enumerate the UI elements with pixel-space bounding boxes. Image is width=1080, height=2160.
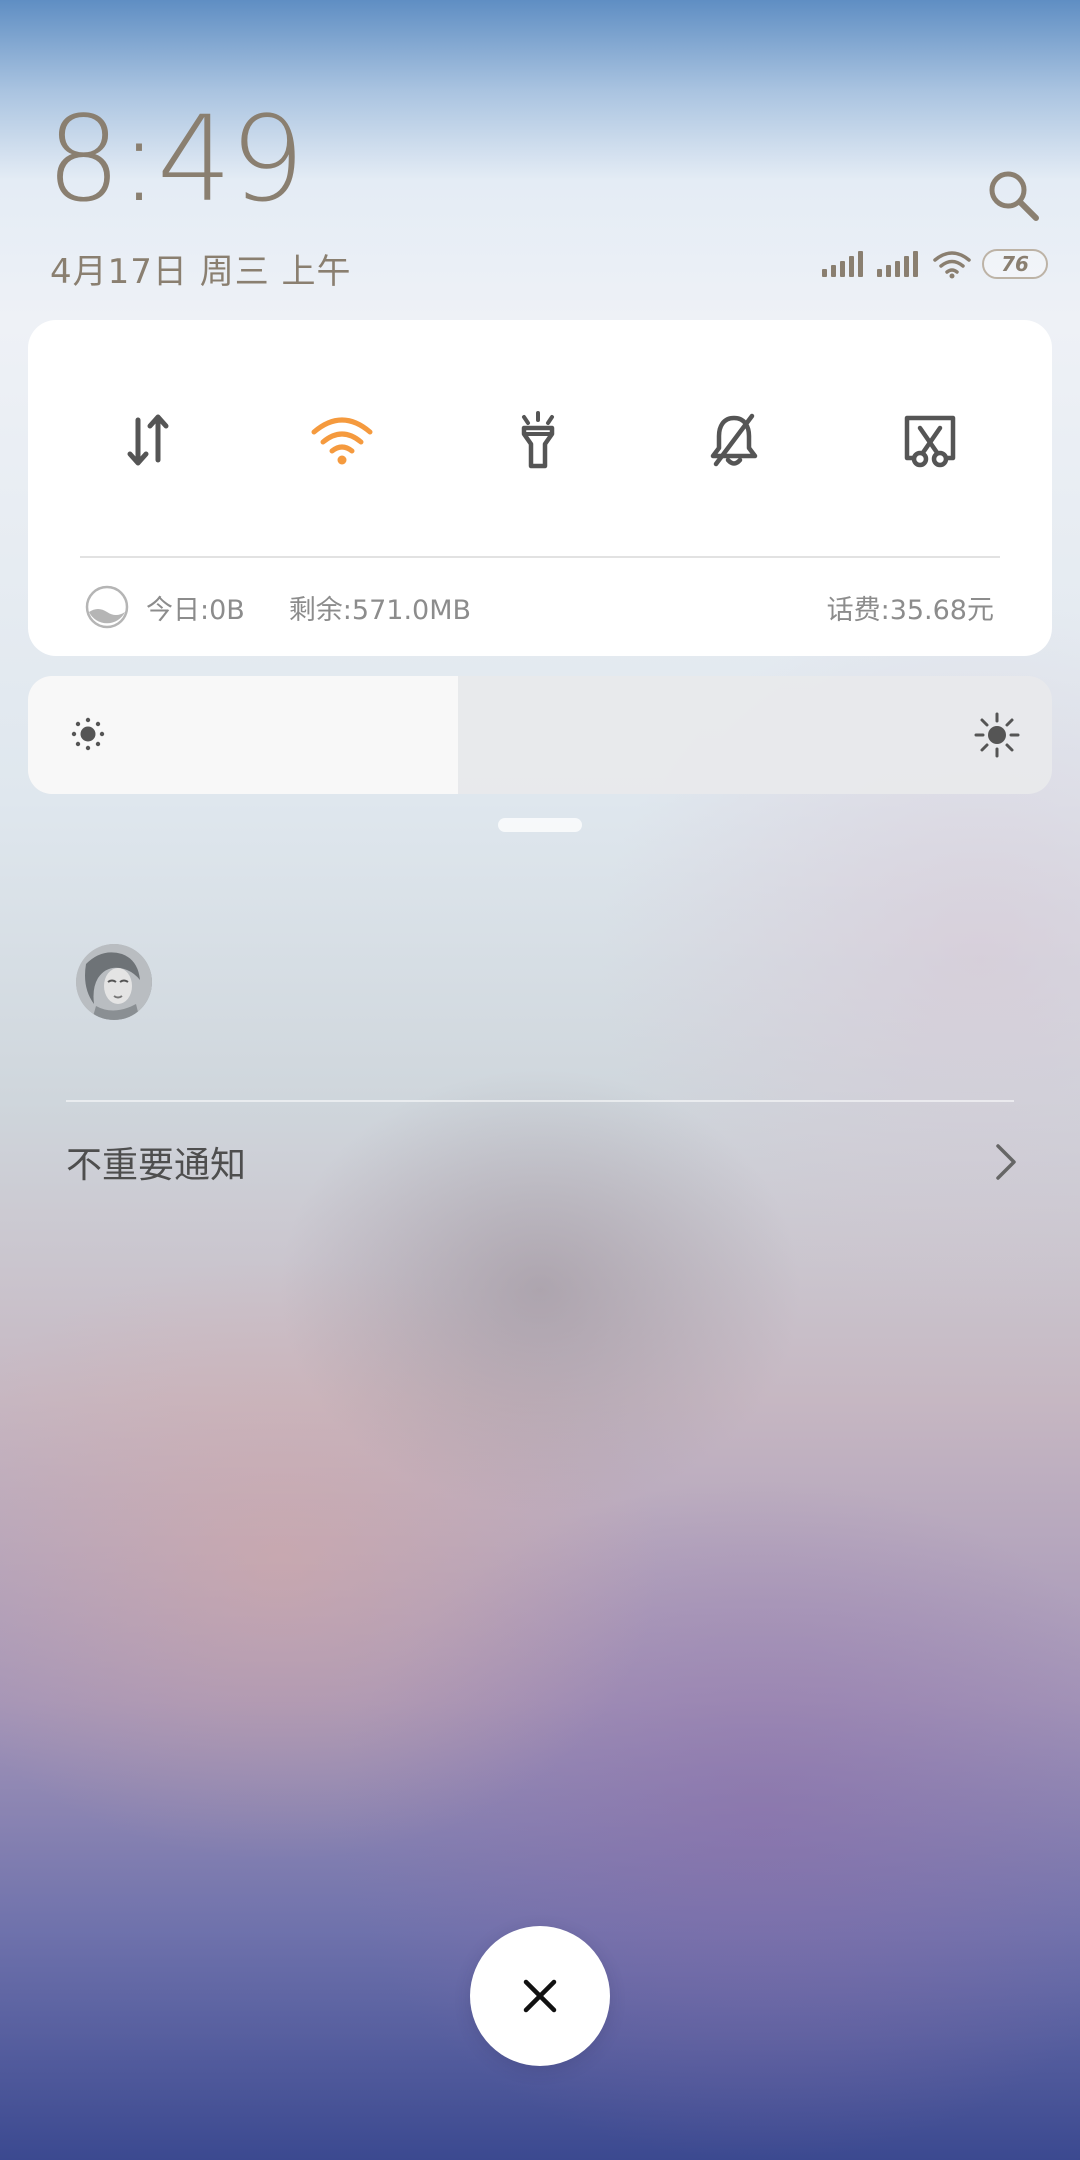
data-usage-row[interactable]: 今日:0B 剩余:571.0MB 话费:35.68元 (84, 582, 994, 632)
status-bar-icons: 76 (822, 246, 1048, 282)
flashlight-icon (521, 411, 555, 469)
clock-date: 4月17日 周三 上午 (50, 252, 352, 292)
quick-settings-divider (80, 556, 1000, 558)
signal-sim1-icon (822, 251, 863, 277)
mobile-data-icon (127, 414, 169, 466)
toggle-wifi[interactable] (302, 400, 382, 480)
screenshot-icon (904, 415, 956, 468)
phone-bill: 话费:35.68元 (826, 594, 994, 626)
battery-indicator: 76 (982, 249, 1048, 279)
clear-all-button[interactable] (470, 1926, 610, 2066)
search-icon (989, 171, 1039, 221)
chevron-right-icon (996, 1144, 1016, 1180)
data-today: 今日:0B (146, 594, 245, 626)
close-icon (523, 1979, 557, 2013)
clock-time: 8:49 (46, 90, 305, 228)
search-button[interactable] (986, 168, 1042, 224)
unimportant-notifications-row[interactable]: 不重要通知 (66, 1136, 1020, 1188)
toggle-mobile-data[interactable] (108, 400, 188, 480)
wifi-status-icon (933, 251, 971, 279)
data-remaining: 剩余:571.0MB (288, 594, 472, 626)
brightness-high-icon (974, 712, 1020, 758)
toggle-flashlight[interactable] (498, 400, 578, 480)
notifications-divider (66, 1100, 1014, 1102)
data-usage-icon (85, 585, 129, 629)
toggle-mute[interactable] (694, 400, 774, 480)
notification-app-avatar[interactable] (76, 944, 152, 1020)
brightness-low-icon (71, 717, 105, 751)
wifi-icon (311, 417, 373, 465)
signal-sim2-icon (877, 251, 918, 277)
quick-settings-panel: 今日:0B 剩余:571.0MB 话费:35.68元 (28, 320, 1052, 656)
bell-off-icon (710, 413, 758, 467)
brightness-slider[interactable] (28, 676, 1052, 794)
avatar-image (76, 944, 152, 1020)
toggle-screenshot[interactable] (890, 400, 970, 480)
panel-drag-handle[interactable] (498, 818, 582, 832)
unimportant-notifications-label: 不重要通知 (66, 1145, 247, 1186)
